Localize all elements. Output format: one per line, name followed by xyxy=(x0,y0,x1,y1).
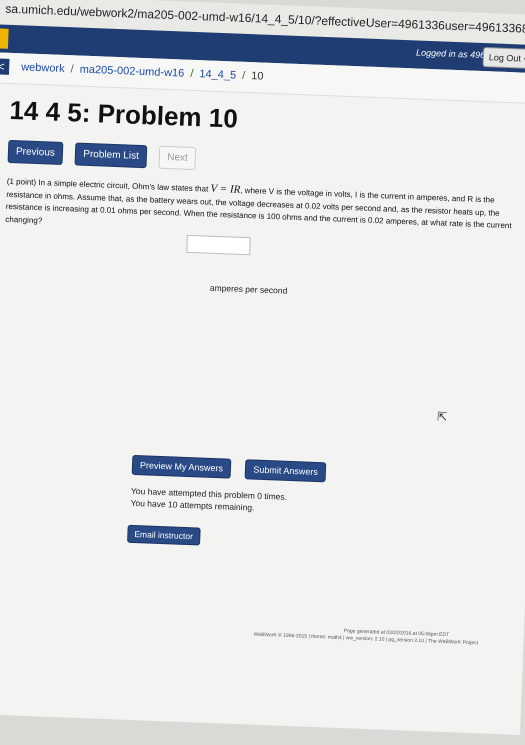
page-footer: Page generated at 03/22/2016 at 05:46pm … xyxy=(253,625,478,648)
logout-label: Log Out xyxy=(488,52,522,64)
breadcrumb-separator: / xyxy=(241,69,246,82)
next-button[interactable]: Next xyxy=(158,145,197,171)
breadcrumb: webwork / ma205-002-umd-w16 / 14_4_5 / 1… xyxy=(21,61,264,82)
problem-statement: (1 point) In a simple electric circuit, … xyxy=(5,175,517,246)
problem-list-button[interactable]: Problem List xyxy=(74,142,148,169)
answer-actions: Preview My Answers Submit Answers xyxy=(131,454,337,483)
back-arrow-icon[interactable]: < xyxy=(0,58,10,75)
attempt-info: You have attempted this problem 0 times.… xyxy=(130,485,287,515)
breadcrumb-problem: 10 xyxy=(251,70,264,83)
equation-op: = xyxy=(216,182,231,196)
email-instructor-button[interactable]: Email instructor xyxy=(127,524,201,546)
equation-rhs: IR xyxy=(229,183,241,196)
mouse-pointer-icon: ⇱ xyxy=(436,409,448,424)
logout-button[interactable]: Log Out ➜ xyxy=(482,47,525,70)
webwork-logo[interactable]: n xyxy=(0,27,9,49)
submit-answers-button[interactable]: Submit Answers xyxy=(245,459,327,483)
breadcrumb-webwork[interactable]: webwork xyxy=(21,61,65,75)
problem-text-after: , where V is the voltage in volts, I is … xyxy=(5,185,512,231)
page-title: 14 4 5: Problem 10 xyxy=(8,94,239,134)
preview-answers-button[interactable]: Preview My Answers xyxy=(131,454,232,479)
answer-units-label: amperes per second xyxy=(209,282,288,296)
answer-input[interactable] xyxy=(186,234,251,256)
previous-button[interactable]: Previous xyxy=(7,139,64,165)
webwork-page: sa.umich.edu/webwork2/ma205-002-umd-w16/… xyxy=(0,0,525,735)
problem-nav: Previous Problem List Next xyxy=(7,139,205,171)
breadcrumb-separator: / xyxy=(70,63,74,76)
breadcrumb-separator: / xyxy=(190,67,194,80)
breadcrumb-set[interactable]: 14_4_5 xyxy=(199,68,236,81)
breadcrumb-course[interactable]: ma205-002-umd-w16 xyxy=(80,64,185,80)
